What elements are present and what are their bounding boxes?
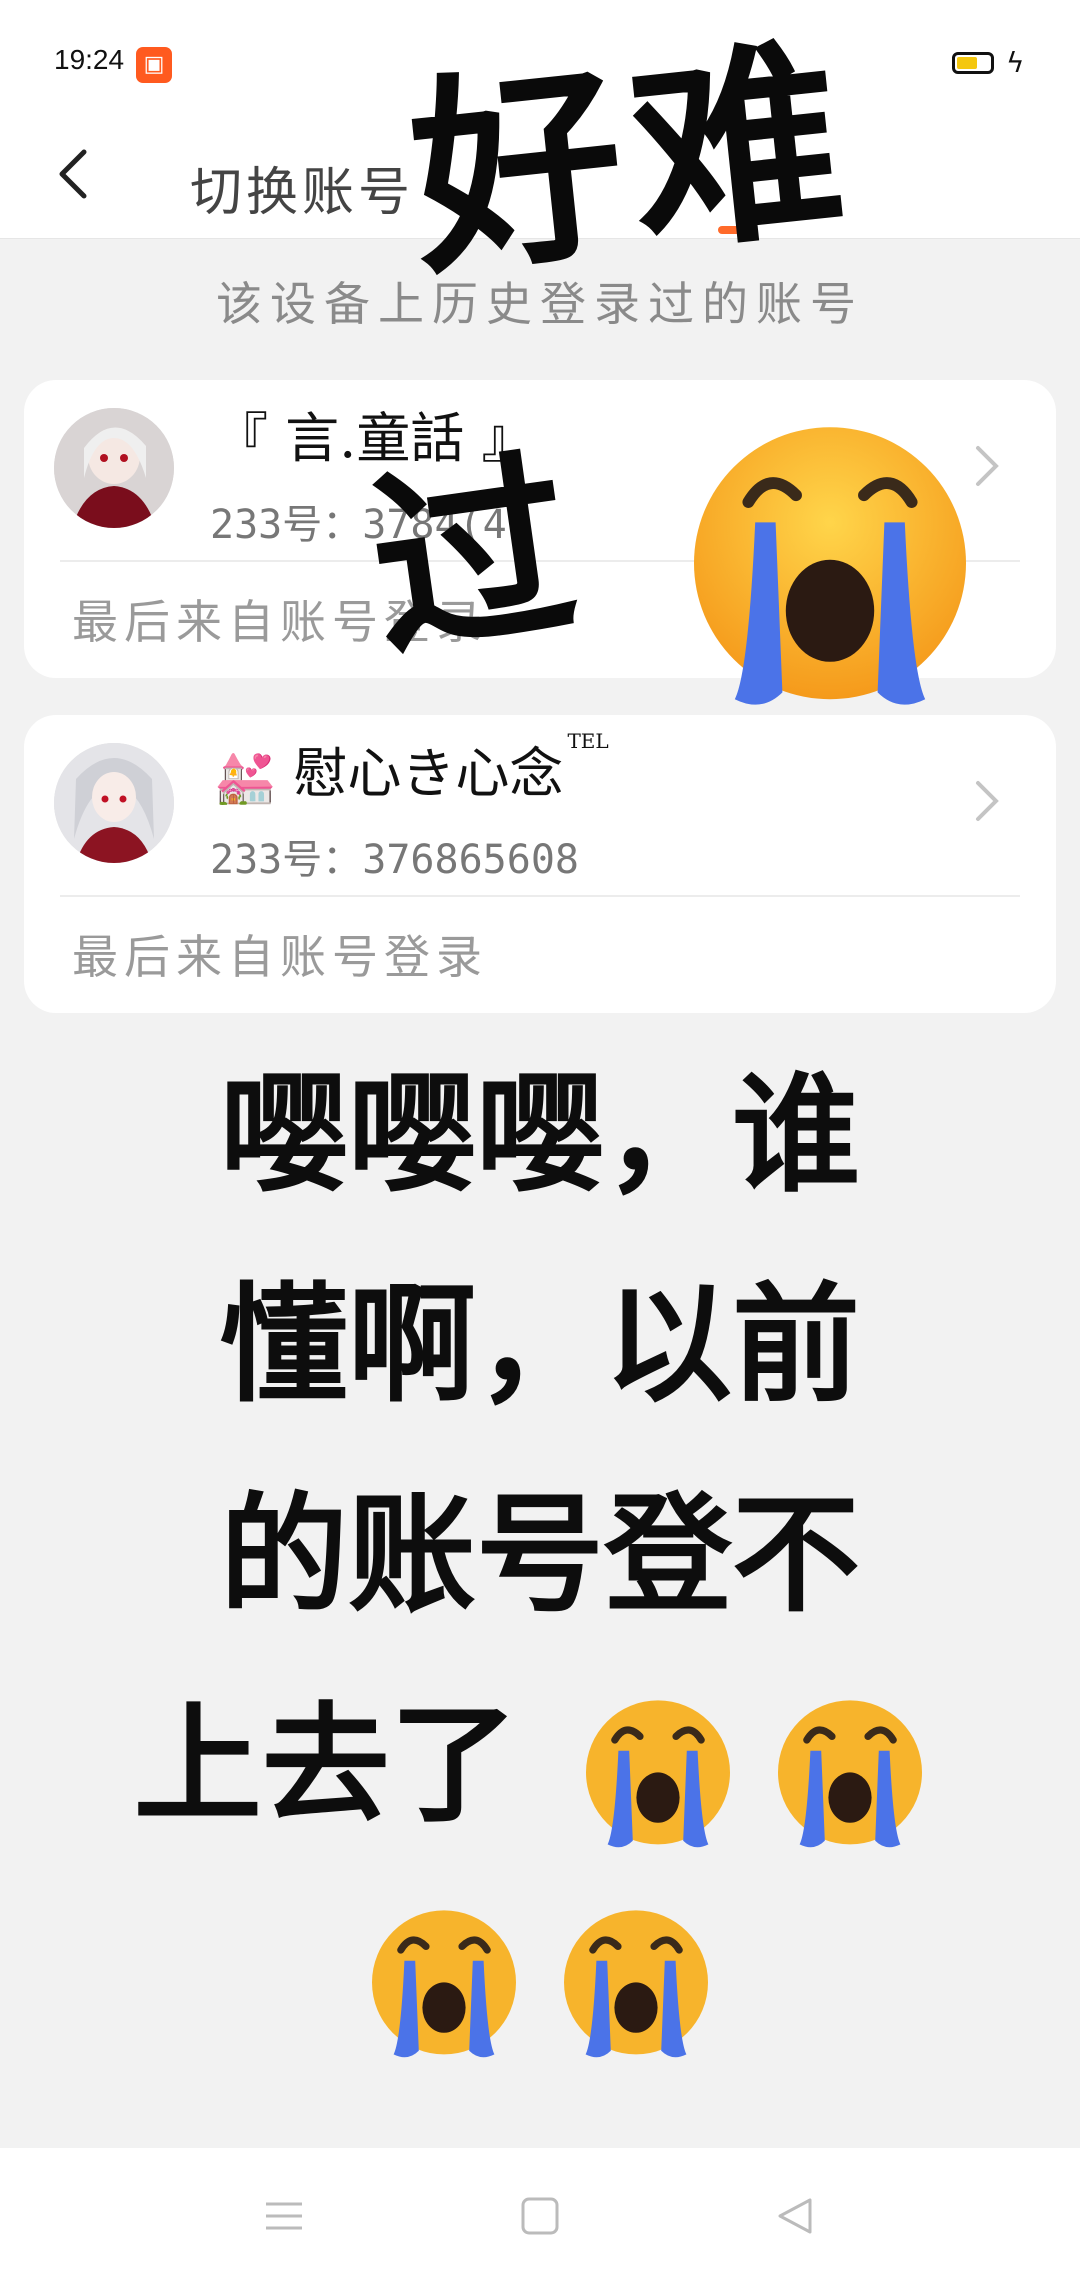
bolt-icon: ϟ — [1006, 46, 1025, 79]
avatar — [54, 408, 174, 528]
system-navigation-bar — [0, 2148, 1080, 2280]
account-card[interactable]: 💒 慰心き心念TEL 233号：376865608 最后来自账号登录 — [24, 715, 1056, 1013]
crying-face-icon — [372, 1910, 516, 2058]
message-line: 嘤嘤嘤，谁 — [219, 1060, 860, 1210]
menu-icon[interactable] — [262, 2194, 306, 2238]
status-time: 19:24 — [54, 44, 125, 75]
last-login-note: 最后来自账号登录 — [72, 930, 488, 984]
crying-face-icon — [694, 427, 966, 705]
account-name-text: 慰心き心念 — [293, 742, 564, 805]
chevron-left-icon[interactable] — [50, 144, 98, 204]
crying-face-icon — [778, 1700, 923, 1848]
avatar — [54, 743, 174, 863]
message-line: 的账号登不 — [219, 1480, 860, 1630]
account-id: 233号：376865608 — [210, 837, 579, 883]
account-name: 💒 慰心き心念TEL — [214, 729, 609, 808]
message-line: 懂啊，以前 — [219, 1270, 860, 1420]
app-notification-icon: ▣ — [136, 47, 172, 83]
battery-icon — [952, 52, 994, 74]
square-icon[interactable] — [518, 2194, 562, 2238]
divider — [60, 895, 1020, 897]
chevron-right-icon — [976, 781, 999, 821]
emoji-row — [70, 1870, 1010, 2080]
message-line-with-emoji: 上去了 — [70, 1660, 1010, 1870]
triangle-back-icon[interactable] — [774, 2194, 818, 2238]
account-name-superscript: TEL — [567, 729, 609, 753]
section-title: 该设备上历史登录过的账号 — [216, 277, 864, 331]
handwritten-overlay-card: 过 — [357, 427, 588, 688]
chapel-emoji: 💒 — [214, 748, 277, 807]
message-line: 上去了 — [133, 1690, 518, 1840]
crying-face-icon — [564, 1910, 708, 2058]
page-title: 切换账号 — [190, 163, 415, 223]
handwritten-message: 嘤嘤嘤，谁 懂啊，以前 的账号登不 上去了 — [70, 1030, 1010, 2080]
crying-face-icon — [586, 1700, 731, 1848]
